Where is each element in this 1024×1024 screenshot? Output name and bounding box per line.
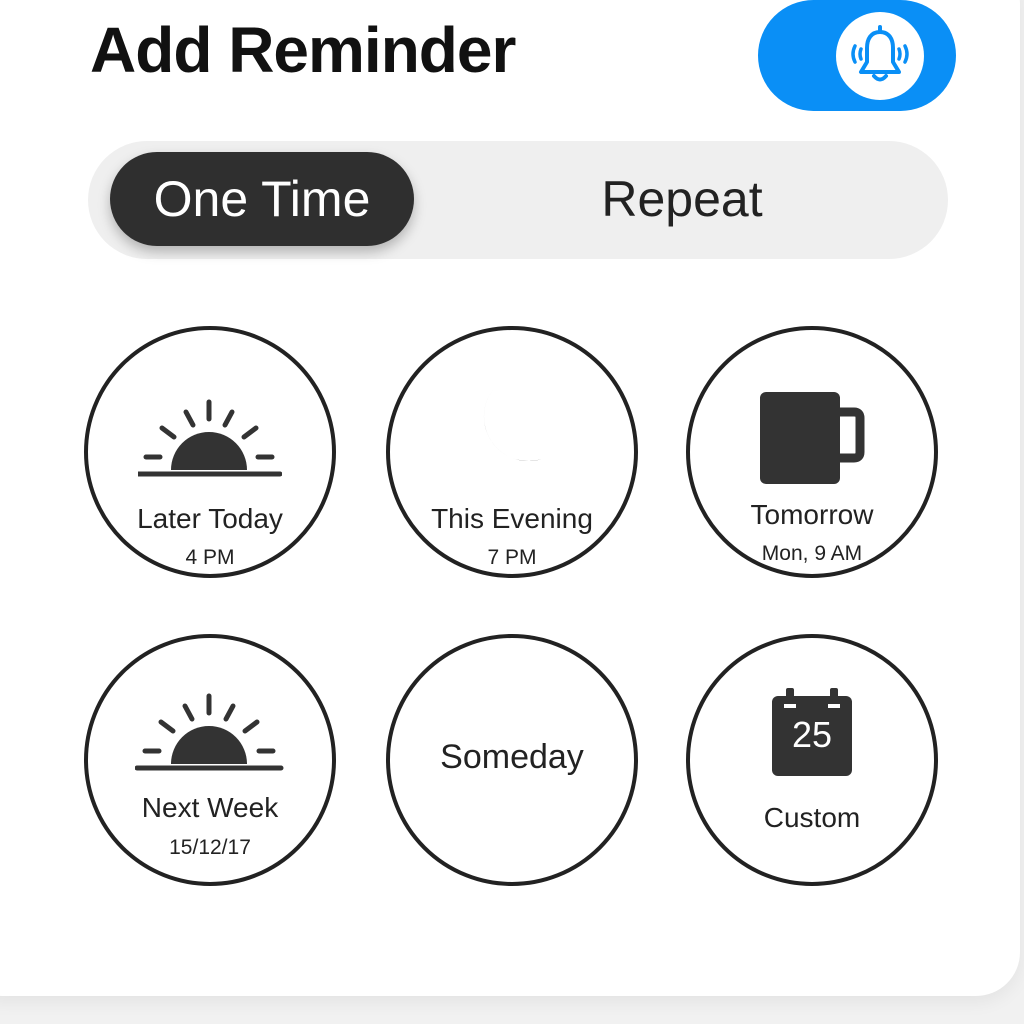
- option-next-week[interactable]: Next Week 15/12/17: [84, 634, 336, 886]
- option-label: Someday: [440, 738, 584, 776]
- coffee-mug-icon: [760, 392, 865, 484]
- option-custom[interactable]: 25 Custom: [686, 634, 938, 886]
- calendar-day-number: 25: [791, 714, 833, 755]
- option-tomorrow[interactable]: Tomorrow Mon, 9 AM: [686, 326, 938, 578]
- option-time: Mon, 9 AM: [761, 542, 863, 565]
- sunrise-icon: [138, 399, 282, 477]
- tab-one-time[interactable]: One Time: [110, 152, 414, 246]
- option-time: 4 PM: [185, 546, 235, 569]
- option-someday[interactable]: Someday: [386, 634, 638, 886]
- page-title: Add Reminder: [90, 14, 516, 86]
- option-label: Next Week: [141, 792, 279, 823]
- alert-toggle-knob[interactable]: [836, 12, 924, 100]
- option-label: Custom: [763, 802, 861, 833]
- calendar-icon: 25: [770, 686, 854, 778]
- option-later-today[interactable]: Later Today 4 PM: [84, 326, 336, 578]
- sunrise-icon: [135, 693, 284, 771]
- option-this-evening[interactable]: This Evening 7 PM: [386, 326, 638, 578]
- moon-icon: [483, 385, 560, 462]
- option-date: 15/12/17: [169, 836, 251, 859]
- option-time: 7 PM: [487, 546, 537, 569]
- tab-repeat[interactable]: Repeat: [530, 152, 834, 246]
- option-label: This Evening: [431, 503, 593, 534]
- bell-ringing-icon: [851, 25, 909, 82]
- option-label: Tomorrow: [750, 499, 874, 530]
- option-label: Later Today: [137, 503, 283, 534]
